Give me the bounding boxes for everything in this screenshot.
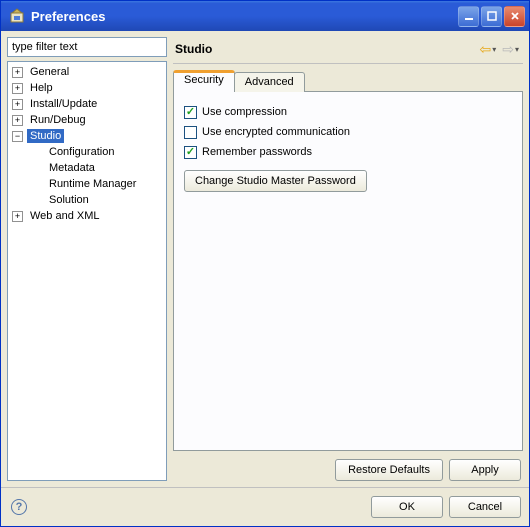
checkbox-label: Use compression xyxy=(202,106,287,118)
checkbox-icon[interactable] xyxy=(184,106,197,119)
expand-icon[interactable]: + xyxy=(12,99,23,110)
checkbox-icon[interactable] xyxy=(184,126,197,139)
window-buttons xyxy=(458,6,525,27)
tree-label: General xyxy=(27,65,72,79)
tree-item-runtime-manager[interactable]: Runtime Manager xyxy=(8,176,166,192)
left-pane: + General + Help + Install/Update + Run/… xyxy=(7,37,167,481)
tree-label: Web and XML xyxy=(27,209,103,223)
expand-icon[interactable]: + xyxy=(12,115,23,126)
tree-item-studio[interactable]: − Studio xyxy=(8,128,166,144)
forward-button: ⇨ ▾ xyxy=(502,41,519,58)
tree-label: Solution xyxy=(46,193,92,207)
tree-item-help[interactable]: + Help xyxy=(8,80,166,96)
collapse-icon[interactable]: − xyxy=(12,131,23,142)
preferences-tree[interactable]: + General + Help + Install/Update + Run/… xyxy=(7,61,167,481)
tab-label: Advanced xyxy=(245,76,294,88)
expand-icon[interactable]: + xyxy=(12,83,23,94)
tree-item-run-debug[interactable]: + Run/Debug xyxy=(8,112,166,128)
back-button[interactable]: ⇦ ▾ xyxy=(480,41,497,58)
arrow-right-icon: ⇨ xyxy=(502,41,514,58)
checkbox-remember-passwords[interactable]: Remember passwords xyxy=(184,142,512,162)
checkbox-label: Use encrypted communication xyxy=(202,126,350,138)
titlebar[interactable]: Preferences xyxy=(1,1,529,31)
tree-item-configuration[interactable]: Configuration xyxy=(8,144,166,160)
expand-icon[interactable]: + xyxy=(12,67,23,78)
filter-input[interactable] xyxy=(7,37,167,57)
maximize-button[interactable] xyxy=(481,6,502,27)
button-label: Restore Defaults xyxy=(348,464,430,476)
change-master-password-button[interactable]: Change Studio Master Password xyxy=(184,170,367,192)
tab-security[interactable]: Security xyxy=(173,70,235,92)
window-title: Preferences xyxy=(29,9,458,24)
tree-label: Metadata xyxy=(46,161,98,175)
tab-panel-security: Use compression Use encrypted communicat… xyxy=(173,91,523,451)
page-title: Studio xyxy=(173,42,480,56)
tree-label: Run/Debug xyxy=(27,113,89,127)
tab-label: Security xyxy=(184,74,224,86)
help-icon[interactable]: ? xyxy=(11,499,27,515)
minimize-button[interactable] xyxy=(458,6,479,27)
nav-arrows: ⇦ ▾ ⇨ ▾ xyxy=(480,41,524,58)
arrow-left-icon: ⇦ xyxy=(480,41,492,58)
button-label: Change Studio Master Password xyxy=(195,175,356,187)
tree-label: Help xyxy=(27,81,56,95)
dialog-button-bar: ? OK Cancel xyxy=(1,487,529,526)
checkbox-use-compression[interactable]: Use compression xyxy=(184,102,512,122)
panel-buttons: Restore Defaults Apply xyxy=(173,451,523,481)
button-label: Cancel xyxy=(468,501,502,513)
button-label: Apply xyxy=(471,464,499,476)
button-label: OK xyxy=(399,501,415,513)
expand-icon[interactable]: + xyxy=(12,211,23,222)
content-area: + General + Help + Install/Update + Run/… xyxy=(1,31,529,487)
tree-label: Install/Update xyxy=(27,97,100,111)
cancel-button[interactable]: Cancel xyxy=(449,496,521,518)
tree-item-install-update[interactable]: + Install/Update xyxy=(8,96,166,112)
restore-defaults-button[interactable]: Restore Defaults xyxy=(335,459,443,481)
tree-label: Studio xyxy=(27,129,64,143)
ok-button[interactable]: OK xyxy=(371,496,443,518)
tree-item-solution[interactable]: Solution xyxy=(8,192,166,208)
tree-label: Configuration xyxy=(46,145,117,159)
tab-advanced[interactable]: Advanced xyxy=(234,72,305,92)
tabs: Security Advanced xyxy=(173,70,523,92)
tree-label: Runtime Manager xyxy=(46,177,139,191)
right-pane: Studio ⇦ ▾ ⇨ ▾ Security xyxy=(173,37,523,481)
panel-body: Security Advanced Use compression Use en… xyxy=(173,70,523,481)
page-header: Studio ⇦ ▾ ⇨ ▾ xyxy=(173,37,523,61)
separator xyxy=(173,63,523,64)
checkbox-use-encrypted[interactable]: Use encrypted communication xyxy=(184,122,512,142)
apply-button[interactable]: Apply xyxy=(449,459,521,481)
chevron-down-icon: ▾ xyxy=(492,45,496,54)
tree-item-general[interactable]: + General xyxy=(8,64,166,80)
close-button[interactable] xyxy=(504,6,525,27)
checkbox-icon[interactable] xyxy=(184,146,197,159)
chevron-down-icon: ▾ xyxy=(515,45,519,54)
checkbox-label: Remember passwords xyxy=(202,146,312,158)
app-icon xyxy=(9,8,25,24)
tree-item-web-and-xml[interactable]: + Web and XML xyxy=(8,208,166,224)
tree-item-metadata[interactable]: Metadata xyxy=(8,160,166,176)
preferences-window: Preferences + General + He xyxy=(0,0,530,527)
